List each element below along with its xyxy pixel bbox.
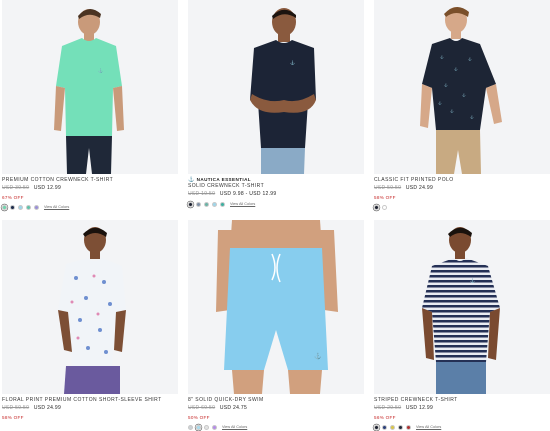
product-name[interactable]: PREMIUM COTTON CREWNECK T-SHIRT: [2, 177, 178, 184]
color-swatch[interactable]: [196, 201, 201, 207]
discount-badge: 67% OFF: [2, 195, 24, 200]
product-price: USD 39.50 USD 12.99: [2, 185, 178, 192]
product-name[interactable]: CLASSIC FIT PRINTED POLO: [374, 177, 550, 184]
color-swatch[interactable]: [382, 424, 387, 430]
view-all-colors-link[interactable]: View All Colors: [230, 202, 255, 206]
color-swatch[interactable]: [390, 424, 395, 430]
color-swatch[interactable]: [34, 204, 39, 210]
original-price: USD 29.50: [374, 405, 402, 411]
product-price: USD 59.50 USD 24.99: [2, 405, 178, 412]
product-card-quick-dry-swim[interactable]: ⚓ 8" SOLID QUICK-DRY SWIM USD 69.50 USD …: [188, 220, 364, 431]
product-card-striped-crewneck[interactable]: ⚓ STRIPED CREWNECK T-SHIRT USD 29.50 USD…: [374, 220, 550, 431]
color-swatch[interactable]: [26, 204, 31, 210]
svg-text:⚓: ⚓: [470, 278, 475, 283]
product-price: USD 59.50 USD 24.99: [374, 185, 550, 192]
original-price: USD 19.50: [188, 191, 216, 197]
color-swatch[interactable]: [204, 201, 209, 207]
product-price: USD 29.50 USD 12.99: [374, 405, 550, 412]
color-swatch[interactable]: [188, 424, 193, 430]
original-price: USD 69.50: [188, 405, 216, 411]
product-image[interactable]: ⚓ ⚓ ⚓ ⚓ ⚓ ⚓ ⚓ ⚓: [374, 0, 550, 174]
discount-badge: 56% OFF: [374, 415, 396, 420]
product-card-classic-fit-polo[interactable]: ⚓ ⚓ ⚓ ⚓ ⚓ ⚓ ⚓ ⚓ CLASSIC FIT PRINTED POLO USD …: [374, 0, 550, 211]
svg-text:⚓: ⚓: [454, 67, 458, 71]
discount-badge: 50% OFF: [188, 415, 210, 420]
color-swatch[interactable]: [406, 424, 411, 430]
svg-text:⚓: ⚓: [444, 83, 448, 87]
sale-price: USD 24.99: [33, 405, 62, 411]
svg-text:⚓: ⚓: [470, 115, 474, 119]
svg-text:⚓: ⚓: [314, 352, 321, 360]
color-swatch[interactable]: [398, 424, 403, 430]
pants-shape: [436, 362, 486, 394]
color-swatches: [374, 203, 550, 211]
model-photo: ⚓: [2, 0, 178, 174]
product-image[interactable]: ⚓: [374, 220, 550, 394]
color-swatch[interactable]: [374, 204, 379, 210]
color-swatches: View All Colors: [2, 203, 178, 211]
sale-price: USD 24.99: [405, 185, 434, 191]
color-swatch[interactable]: [374, 424, 379, 430]
color-swatch[interactable]: [2, 204, 7, 210]
sale-price: USD 12.99: [405, 405, 434, 411]
original-price: USD 39.50: [2, 185, 30, 191]
svg-text:⚓: ⚓: [98, 68, 103, 73]
pants-shape: [261, 148, 305, 174]
product-name[interactable]: STRIPED CREWNECK T-SHIRT: [374, 397, 550, 404]
product-image[interactable]: ⚓: [188, 220, 364, 394]
color-swatch[interactable]: [382, 204, 387, 210]
svg-text:⚓: ⚓: [438, 101, 442, 105]
model-photo: ⚓: [188, 0, 364, 174]
product-card-floral-print-shirt[interactable]: FLORAL PRINT PREMIUM COTTON SHORT-SLEEVE…: [2, 220, 178, 421]
model-photo: ⚓: [188, 220, 364, 394]
sale-price: USD 9.98 - USD 12.99: [219, 191, 277, 197]
color-swatch[interactable]: [10, 204, 15, 210]
original-price: USD 59.50: [374, 185, 402, 191]
sale-price: USD 12.99: [33, 185, 62, 191]
svg-text:⚓: ⚓: [290, 60, 295, 65]
product-image[interactable]: ⚓: [2, 0, 178, 174]
view-all-colors-link[interactable]: View All Colors: [222, 425, 247, 429]
product-grid: ⚓ PREMIUM COTTON CREWNECK T-SHIRT USD 39…: [0, 0, 550, 431]
color-swatches: View All Colors: [374, 423, 550, 431]
color-swatch[interactable]: [204, 424, 209, 430]
model-photo: ⚓ ⚓ ⚓ ⚓ ⚓ ⚓ ⚓ ⚓: [374, 0, 550, 174]
svg-text:⚓: ⚓: [468, 57, 472, 61]
view-all-colors-link[interactable]: View All Colors: [44, 205, 69, 209]
product-card-solid-crewneck[interactable]: ⚓ ⚓ NAUTICA ESSENTIAL SOLID CREWNECK T-S…: [188, 0, 364, 208]
product-price: USD 69.50 USD 24.75: [188, 405, 364, 412]
color-swatches: View All Colors: [188, 423, 364, 431]
color-swatches: View All Colors: [188, 200, 364, 208]
sale-price: USD 24.75: [219, 405, 248, 411]
product-image[interactable]: ⚓: [188, 0, 364, 174]
original-price: USD 59.50: [2, 405, 30, 411]
model-photo: [2, 220, 178, 394]
product-card-premium-cotton-crewneck[interactable]: ⚓ PREMIUM COTTON CREWNECK T-SHIRT USD 39…: [2, 0, 178, 211]
product-image[interactable]: [2, 220, 178, 394]
product-name[interactable]: FLORAL PRINT PREMIUM COTTON SHORT-SLEEVE…: [2, 397, 178, 404]
discount-badge: 58% OFF: [2, 415, 24, 420]
discount-badge: 58% OFF: [374, 195, 396, 200]
product-price: USD 19.50 USD 9.98 - USD 12.99: [188, 191, 364, 198]
view-all-colors-link[interactable]: View All Colors: [416, 425, 441, 429]
color-swatch[interactable]: [196, 424, 201, 430]
svg-text:⚓: ⚓: [440, 55, 444, 59]
product-name[interactable]: SOLID CREWNECK T-SHIRT: [188, 183, 364, 190]
svg-text:⚓: ⚓: [450, 109, 454, 113]
svg-text:⚓: ⚓: [462, 93, 466, 97]
model-photo: ⚓: [374, 220, 550, 394]
shirt-shape: [56, 38, 122, 136]
color-swatch[interactable]: [212, 201, 217, 207]
color-swatch[interactable]: [18, 204, 23, 210]
color-swatch[interactable]: [220, 201, 225, 207]
color-swatch[interactable]: [212, 424, 217, 430]
pants-shape: [64, 366, 120, 394]
color-swatch[interactable]: [188, 201, 193, 207]
product-name[interactable]: 8" SOLID QUICK-DRY SWIM: [188, 397, 364, 404]
